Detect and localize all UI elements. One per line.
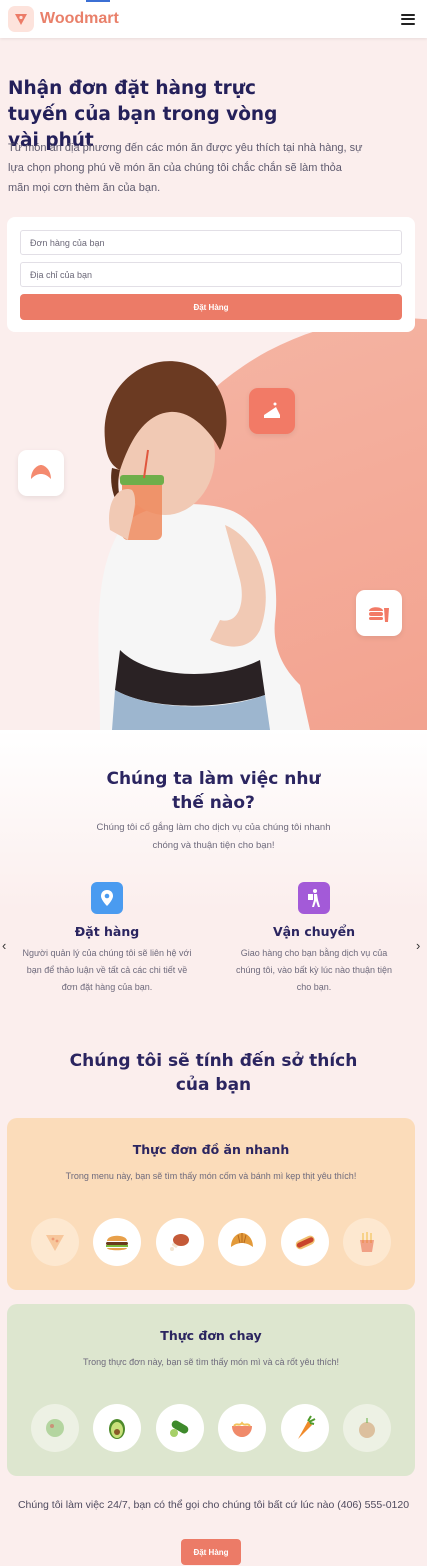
vegetarian-menu-card[interactable]: Thực đơn chay Trong thực đơn này, bạn sẽ… <box>7 1304 415 1476</box>
location-pin-icon <box>91 882 123 914</box>
croissant-icon[interactable] <box>218 1218 267 1266</box>
how-we-work-section: Chúng ta làm việc như thế nào? Chúng tôi… <box>0 730 427 1030</box>
footer-order-button[interactable]: Đặt Hàng <box>181 1539 241 1565</box>
order-input[interactable]: Đơn hàng của bạn <box>20 230 402 255</box>
step-order: Đặt hàng Người quản lý của chúng tôi sẽ … <box>22 882 192 996</box>
food-icons-row <box>31 1404 391 1452</box>
menu-description: Trong menu này, bạn sẽ tìm thấy món cốm … <box>65 1171 357 1181</box>
brand-name[interactable]: Woodmart <box>40 10 119 28</box>
fries-icon[interactable] <box>342 1218 391 1266</box>
onion-icon[interactable] <box>342 1404 391 1452</box>
hero-lead: Từ món ăn địa phương đến các món ăn được… <box>8 142 363 194</box>
cucumber-icon[interactable] <box>155 1404 204 1452</box>
brand-logo-icon[interactable] <box>8 6 34 32</box>
menu-title: Thực đơn đồ ăn nhanh <box>132 1142 290 1157</box>
pizza-icon[interactable] <box>31 1218 79 1266</box>
step-title: Vận chuyển <box>272 924 356 939</box>
menu-hamburger-icon[interactable] <box>401 13 415 25</box>
fast-food-icon <box>356 590 402 636</box>
chicken-leg-icon[interactable] <box>155 1218 204 1266</box>
carrot-icon[interactable] <box>280 1404 329 1452</box>
avocado-icon[interactable] <box>93 1404 142 1452</box>
food-icons-row <box>31 1218 391 1266</box>
hotdog-icon[interactable] <box>280 1218 329 1266</box>
courier-icon <box>298 882 330 914</box>
fast-food-menu-card[interactable]: Thực đơn đồ ăn nhanh Trong menu này, bạn… <box>7 1118 415 1290</box>
carousel-prev-icon[interactable]: ‹ <box>2 938 6 953</box>
menu-description: Trong thực đơn này, bạn sẽ tìm thấy món … <box>82 1357 340 1367</box>
how-subtitle: Chúng tôi cố gắng làm cho dịch vụ của ch… <box>96 822 331 851</box>
menu-title: Thực đơn chay <box>160 1328 262 1343</box>
step-text: Người quản lý của chúng tôi sẽ liên hệ v… <box>22 948 192 992</box>
step-delivery: Vận chuyển Giao hàng cho bạn bằng dịch v… <box>229 882 399 996</box>
how-title: Chúng ta làm việc như thế nào? <box>106 769 321 813</box>
active-indicator <box>86 0 110 2</box>
burger-icon[interactable] <box>93 1218 142 1266</box>
carousel-next-icon[interactable]: › <box>416 938 420 953</box>
order-submit-button[interactable]: Đặt Hàng <box>20 294 402 320</box>
contact-text: Chúng tôi làm việc 24/7, bạn có thể gọi … <box>17 1499 410 1511</box>
step-title: Đặt hàng <box>74 924 140 939</box>
order-form: Đơn hàng của bạn Địa chỉ của bạn Đặt Hàn… <box>7 217 415 332</box>
address-input[interactable]: Địa chỉ của bạn <box>20 262 402 287</box>
hero-section: Nhận đơn đặt hàng trực tuyến của bạn tro… <box>0 38 427 730</box>
cake-slice-icon <box>249 388 295 434</box>
noodle-bowl-icon[interactable] <box>218 1404 267 1452</box>
preferences-title: Chúng tôi sẽ tính đến sở thích của bạn <box>69 1051 358 1095</box>
salad-icon[interactable] <box>31 1404 79 1452</box>
croissant-icon <box>18 450 64 496</box>
top-navigation-bar: Woodmart <box>0 0 427 38</box>
step-text: Giao hàng cho bạn bằng dịch vụ của chúng… <box>235 948 393 992</box>
